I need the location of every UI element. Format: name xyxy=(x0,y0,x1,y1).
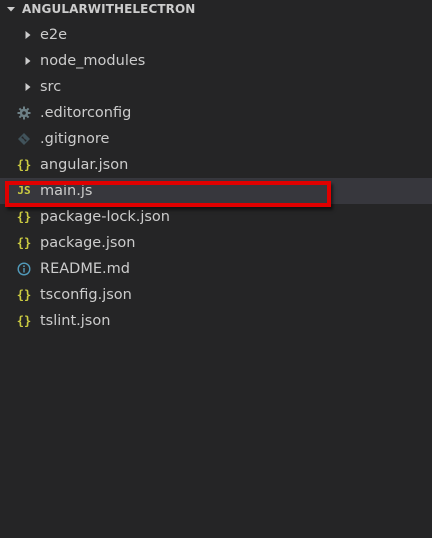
tree-item-src[interactable]: src xyxy=(0,74,432,100)
json-braces-icon: {} xyxy=(16,158,32,172)
git-icon xyxy=(15,132,33,146)
tree-item-label: angular.json xyxy=(40,157,129,173)
tree-item-tsconfig-json[interactable]: {} tsconfig.json xyxy=(0,282,432,308)
tree-item-label: README.md xyxy=(40,261,130,277)
tree-item-gitignore[interactable]: .gitignore xyxy=(0,126,432,152)
gear-icon xyxy=(15,106,33,120)
tree-item-label: package.json xyxy=(40,235,136,251)
json-braces-icon: {} xyxy=(16,288,32,302)
tree-item-label: package-lock.json xyxy=(40,209,170,225)
tree-item-package-lock-json[interactable]: {} package-lock.json xyxy=(0,204,432,230)
tree-item-angular-json[interactable]: {} angular.json xyxy=(0,152,432,178)
json-braces-icon: {} xyxy=(16,210,32,224)
file-tree: e2e node_modules src .editorconfig .giti… xyxy=(0,22,432,334)
tree-item-package-json[interactable]: {} package.json xyxy=(0,230,432,256)
tree-item-label: tslint.json xyxy=(40,313,111,329)
tree-item-label: node_modules xyxy=(40,53,146,69)
chevron-down-icon xyxy=(4,2,18,16)
tree-item-main-js[interactable]: JS main.js xyxy=(0,178,432,204)
tree-item-editorconfig[interactable]: .editorconfig xyxy=(0,100,432,126)
tree-item-readme-md[interactable]: README.md xyxy=(0,256,432,282)
tree-item-node-modules[interactable]: node_modules xyxy=(0,48,432,74)
tree-item-tslint-json[interactable]: {} tslint.json xyxy=(0,308,432,334)
chevron-right-icon xyxy=(22,55,34,67)
tree-item-label: .gitignore xyxy=(40,131,110,147)
json-braces-icon: {} xyxy=(16,236,32,250)
tree-item-label: e2e xyxy=(40,27,68,43)
tree-item-label: src xyxy=(40,79,62,95)
js-icon: JS xyxy=(17,184,31,197)
tree-item-label: .editorconfig xyxy=(40,105,132,121)
json-braces-icon: {} xyxy=(16,314,32,328)
chevron-right-icon xyxy=(22,29,34,41)
tree-item-label: main.js xyxy=(40,183,93,199)
tree-item-label: tsconfig.json xyxy=(40,287,132,303)
explorer-section-header[interactable]: ANGULARWITHELECTRON xyxy=(0,0,432,18)
chevron-right-icon xyxy=(22,81,34,93)
file-explorer-panel: ANGULARWITHELECTRON e2e node_modules src xyxy=(0,0,432,538)
tree-item-e2e[interactable]: e2e xyxy=(0,22,432,48)
info-icon xyxy=(15,262,33,276)
project-folder-title: ANGULARWITHELECTRON xyxy=(22,2,196,16)
